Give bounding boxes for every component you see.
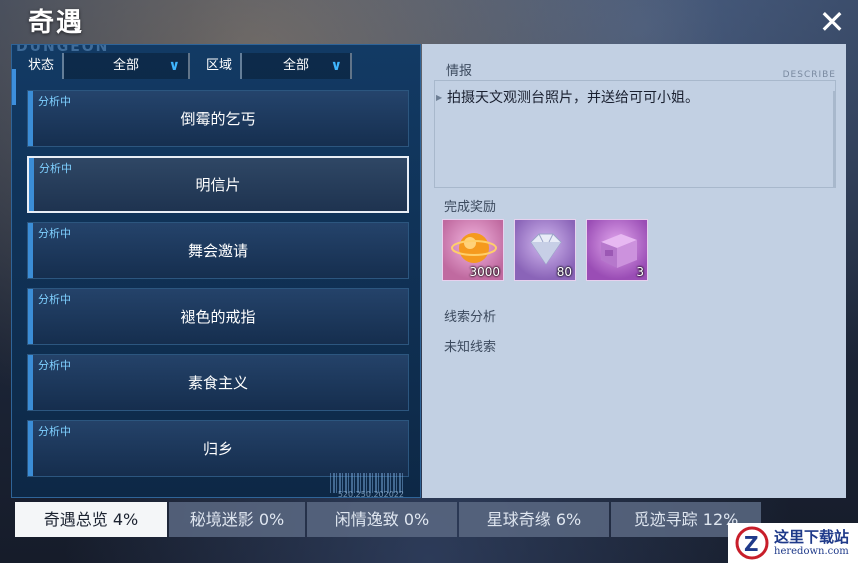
reward-amount: 3 bbox=[636, 265, 644, 279]
site-watermark-logo: Z 这里下载站 heredown.com bbox=[728, 523, 858, 563]
svg-text:Z: Z bbox=[744, 532, 759, 556]
info-text: 拍摄天文观测台照片，并送给可可小姐。 bbox=[447, 90, 699, 106]
site-logo-icon: Z bbox=[735, 526, 769, 560]
barcode-text: 520.250.202022 bbox=[337, 490, 404, 498]
reward-amount: 80 bbox=[556, 265, 572, 279]
reward-item[interactable]: 3 bbox=[586, 219, 648, 281]
list-item[interactable]: 分析中 素食主义 bbox=[27, 354, 409, 411]
list-item[interactable]: 分析中 褪色的戒指 bbox=[27, 288, 409, 345]
filter-bar: 状态 全部 ∨ 区域 全部 ∨ bbox=[12, 53, 420, 79]
encounter-list-panel: DUNGEON 状态 全部 ∨ 区域 全部 ∨ 分析中 倒霉的乞丐 分析中 明信… bbox=[11, 44, 421, 498]
area-filter-dropdown[interactable]: 全部 ∨ bbox=[242, 53, 353, 79]
chevron-down-icon: ∨ bbox=[168, 58, 181, 74]
reward-item[interactable]: 3000 bbox=[442, 219, 504, 281]
clue-value: 未知线索 bbox=[444, 340, 497, 355]
category-tabs: 奇遇总览 4% 秘境迷影 0% 闲情逸致 0% 星球奇缘 6% 觅迹寻踪 12% bbox=[15, 502, 761, 537]
reward-item[interactable]: 80 bbox=[514, 219, 576, 281]
page-title: 奇遇 bbox=[28, 8, 85, 38]
close-icon[interactable]: ✕ bbox=[816, 6, 848, 38]
list-item[interactable]: 分析中 归乡 bbox=[27, 420, 409, 477]
tab-planet[interactable]: 星球奇缘 6% bbox=[459, 502, 609, 537]
list-item[interactable]: 分析中 舞会邀请 bbox=[27, 222, 409, 279]
item-name: 倒霉的乞丐 bbox=[180, 110, 256, 128]
list-item-selected[interactable]: 分析中 明信片 bbox=[27, 156, 409, 213]
scrollbar[interactable] bbox=[833, 91, 836, 187]
item-name: 舞会邀请 bbox=[187, 242, 248, 260]
tab-leisure[interactable]: 闲情逸致 0% bbox=[307, 502, 457, 537]
clue-label: 线索分析 bbox=[444, 310, 497, 325]
tab-overview[interactable]: 奇遇总览 4% bbox=[15, 502, 167, 537]
status-filter-dropdown[interactable]: 全部 ∨ bbox=[64, 53, 191, 79]
encounter-list: 分析中 倒霉的乞丐 分析中 明信片 分析中 舞会邀请 分析中 褪色的戒指 分析中… bbox=[27, 90, 409, 486]
caret-right-icon: ▶ bbox=[436, 93, 443, 102]
filter-label-area: 区域 bbox=[190, 53, 243, 79]
detail-panel: 情报 DESCRIBE ▶ 拍摄天文观测台照片，并送给可可小姐。 完成奖励 30… bbox=[422, 44, 846, 498]
item-name: 明信片 bbox=[195, 176, 241, 194]
describe-tag: DESCRIBE bbox=[782, 70, 836, 80]
watermark-sub: heredown.com bbox=[774, 545, 849, 557]
filter-label-status: 状态 bbox=[12, 53, 65, 79]
watermark-main: 这里下载站 bbox=[774, 528, 850, 547]
tab-secret-realm[interactable]: 秘境迷影 0% bbox=[169, 502, 305, 537]
list-item[interactable]: 分析中 倒霉的乞丐 bbox=[27, 90, 409, 147]
item-name: 素食主义 bbox=[187, 374, 248, 392]
reward-label: 完成奖励 bbox=[444, 200, 497, 215]
item-name: 褪色的戒指 bbox=[180, 308, 256, 326]
status-filter-value: 全部 bbox=[113, 58, 140, 73]
chevron-down-icon: ∨ bbox=[330, 58, 343, 74]
reward-amount: 3000 bbox=[469, 265, 500, 279]
info-label: 情报 bbox=[446, 64, 473, 79]
reward-list: 3000 80 3 bbox=[442, 219, 648, 281]
item-name: 归乡 bbox=[202, 440, 233, 458]
info-box: ▶ 拍摄天文观测台照片，并送给可可小姐。 bbox=[434, 80, 836, 188]
area-filter-value: 全部 bbox=[283, 58, 310, 73]
